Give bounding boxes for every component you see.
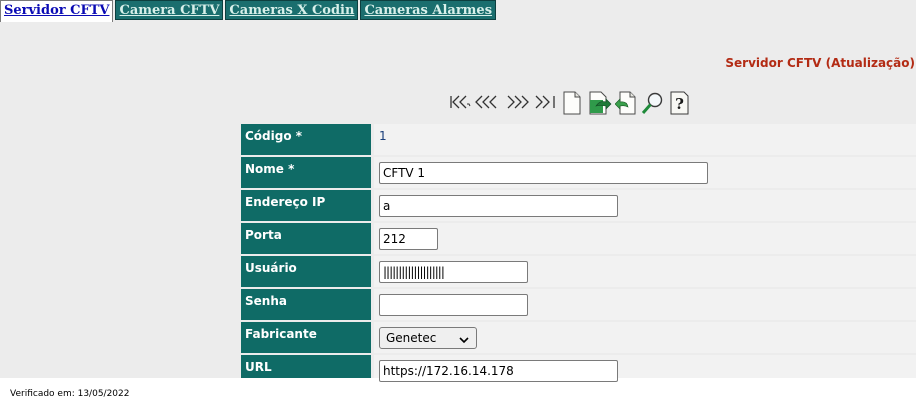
undo-document-icon[interactable] <box>614 91 639 115</box>
value-cell-url: https://172.16.14.178 <box>374 355 916 382</box>
nome-input[interactable]: CFTV 1 <box>379 162 708 184</box>
row-nome: Nome * CFTV 1 <box>241 157 916 188</box>
value-cell-usuario: |||||||||||||||||||| <box>374 256 916 287</box>
value-cell-porta: 212 <box>374 223 916 254</box>
tab-camera-cftv[interactable]: Camera CFTV <box>115 0 224 20</box>
porta-input[interactable]: 212 <box>379 228 438 250</box>
next-record-icon[interactable] <box>503 91 533 113</box>
row-url: URL https://172.16.14.178 <box>241 355 916 382</box>
previous-record-icon[interactable] <box>473 91 503 113</box>
last-record-icon[interactable] <box>533 91 559 113</box>
value-cell-senha <box>374 289 916 320</box>
label-fabricante: Fabricante <box>241 322 371 353</box>
label-usuario: Usuário <box>241 256 371 287</box>
label-senha: Senha <box>241 289 371 320</box>
label-endereco-ip: Endereço IP <box>241 190 371 221</box>
page-title: Servidor CFTV (Atualização) <box>725 56 915 70</box>
senha-input[interactable] <box>379 294 528 316</box>
label-url: URL <box>241 355 371 378</box>
fabricante-selected-value: Genetec <box>386 331 437 345</box>
row-fabricante: Fabricante Genetec <box>241 322 916 353</box>
label-porta: Porta <box>241 223 371 254</box>
svg-text:?: ? <box>675 95 684 113</box>
endereco-ip-input[interactable]: a <box>379 195 618 217</box>
record-toolbar: ? <box>449 90 691 115</box>
fabricante-select[interactable]: Genetec <box>379 327 477 349</box>
label-codigo: Código * <box>241 124 371 155</box>
row-senha: Senha <box>241 289 916 320</box>
row-endereco-ip: Endereço IP a <box>241 190 916 221</box>
first-record-icon[interactable] <box>449 91 473 113</box>
value-cell-endereco-ip: a <box>374 190 916 221</box>
value-cell-fabricante: Genetec <box>374 322 916 353</box>
tab-servidor-cftv[interactable]: Servidor CFTV <box>0 0 114 22</box>
row-porta: Porta 212 <box>241 223 916 254</box>
tab-cameras-alarmes[interactable]: Cameras Alarmes <box>360 0 497 20</box>
url-input[interactable]: https://172.16.14.178 <box>379 360 618 382</box>
usuario-input[interactable]: |||||||||||||||||||| <box>379 261 528 283</box>
save-document-icon[interactable] <box>587 91 613 115</box>
row-codigo: Código * 1 <box>241 124 916 155</box>
tab-bar: Servidor CFTV Camera CFTV Cameras X Codi… <box>0 0 498 22</box>
chevron-down-icon <box>459 333 469 344</box>
codigo-value: 1 <box>379 129 387 143</box>
row-usuario: Usuário |||||||||||||||||||| <box>241 256 916 287</box>
verification-footer: Verificado em: 13/05/2022 <box>10 389 130 399</box>
tab-cameras-x-codin[interactable]: Cameras X Codin <box>225 0 359 20</box>
value-cell-codigo: 1 <box>374 124 916 155</box>
new-document-icon[interactable] <box>561 91 583 115</box>
search-icon[interactable] <box>641 91 665 114</box>
label-nome: Nome * <box>241 157 371 188</box>
help-icon[interactable]: ? <box>669 91 691 115</box>
value-cell-nome: CFTV 1 <box>374 157 916 188</box>
